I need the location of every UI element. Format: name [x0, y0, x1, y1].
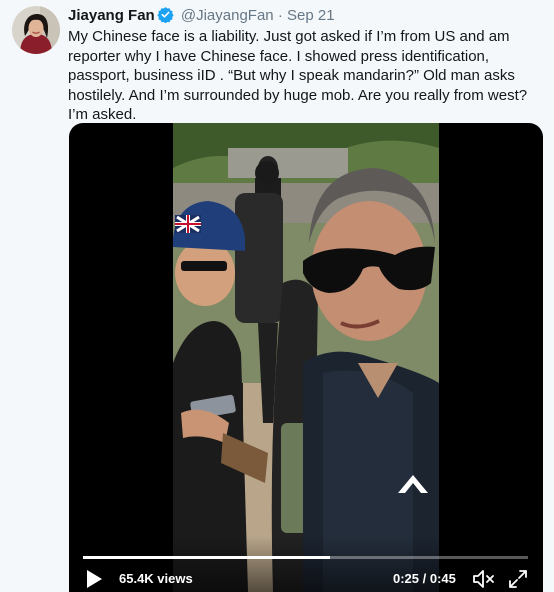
- tweet-date[interactable]: Sep 21: [287, 7, 335, 24]
- header-separator: ·: [277, 7, 283, 24]
- view-count: 65.4K views: [119, 571, 193, 586]
- play-icon: [87, 570, 102, 588]
- time-display: 0:25 / 0:45: [393, 571, 456, 586]
- fullscreen-icon: [509, 570, 527, 588]
- author-name[interactable]: Jiayang Fan: [68, 7, 155, 24]
- play-button[interactable]: [83, 568, 105, 590]
- tweet-body: My Chinese face is a liability. Just got…: [68, 28, 528, 123]
- video-controls: 65.4K views 0:25 / 0:45: [69, 536, 543, 592]
- video-player[interactable]: 65.4K views 0:25 / 0:45: [69, 123, 543, 592]
- author-handle[interactable]: @JiayangFan: [181, 7, 274, 24]
- progress-fill: [83, 556, 331, 559]
- tweet[interactable]: Jiayang Fan @JiayangFan · Sep 21 My Chin…: [0, 0, 554, 592]
- verified-badge-icon: [157, 6, 174, 24]
- avatar[interactable]: [12, 6, 60, 54]
- progress-bar[interactable]: [83, 556, 528, 559]
- volume-icon: [473, 570, 494, 588]
- fullscreen-button[interactable]: [507, 568, 529, 590]
- volume-button[interactable]: [472, 568, 496, 590]
- tweet-header: Jiayang Fan @JiayangFan · Sep 21: [68, 6, 335, 26]
- video-frame: [173, 123, 439, 592]
- tweet-text: My Chinese face is a liability. Just got…: [68, 27, 542, 125]
- avatar-image: [12, 6, 60, 54]
